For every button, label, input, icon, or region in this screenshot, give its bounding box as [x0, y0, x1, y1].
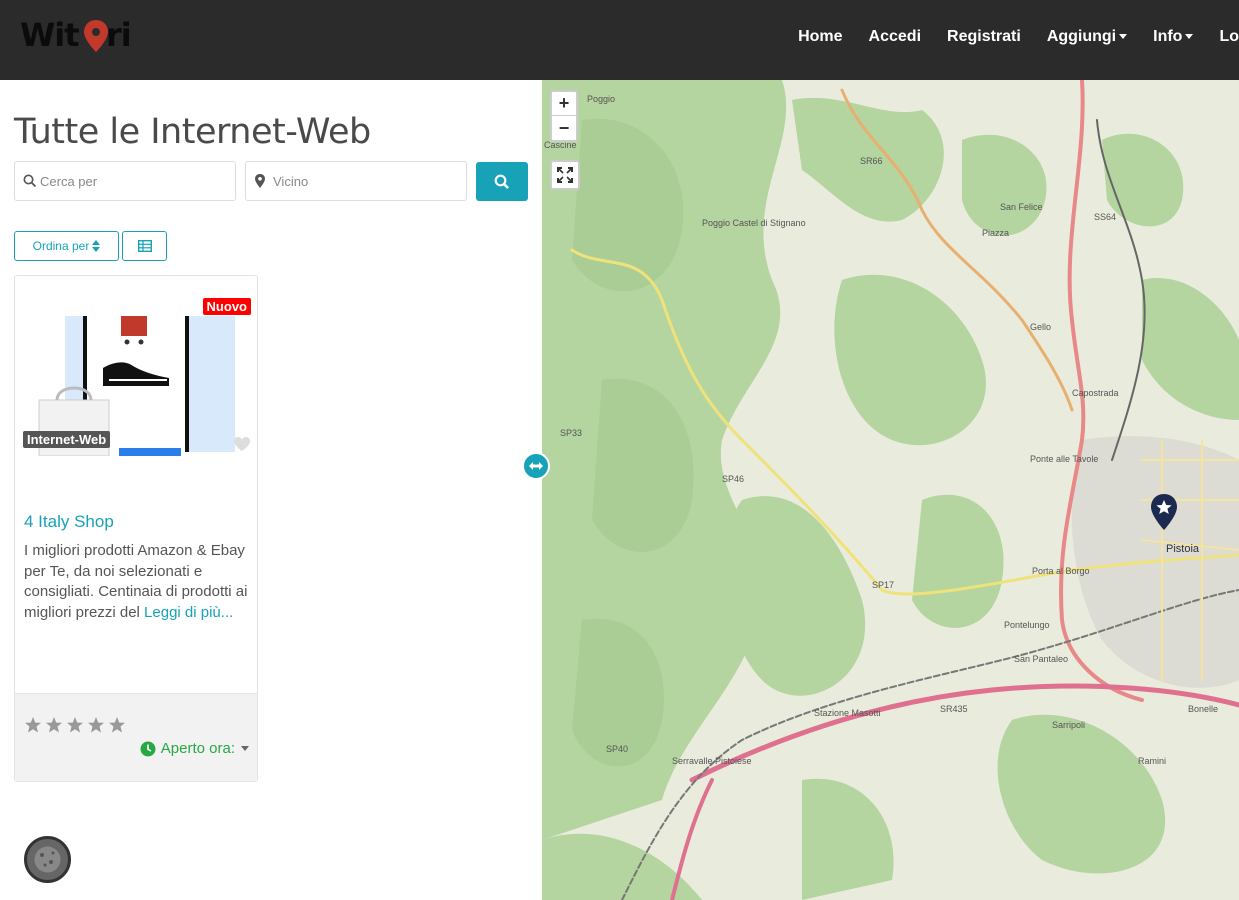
nav-add-dropdown[interactable]: Aggiungi [1046, 28, 1128, 46]
nav-info-label: Info [1153, 28, 1183, 45]
arrows-horizontal-icon [529, 462, 543, 470]
sort-button[interactable]: Ordina per [14, 231, 119, 261]
sort-icon [92, 240, 101, 252]
map-panel[interactable]: Poggio Cascine Poggio Castel di Stignano… [542, 80, 1239, 900]
expand-icon [557, 167, 573, 183]
svg-text:Sarripoli: Sarripoli [1052, 720, 1085, 730]
top-navbar: Wit ri Home Accedi Registrati Aggiungi I… [0, 0, 1239, 80]
search-what-field[interactable]: Cerca per [14, 161, 236, 201]
zoom-in-button[interactable]: + [552, 92, 576, 116]
svg-text:SS64: SS64 [1094, 212, 1116, 222]
svg-text:San Pantaleo: San Pantaleo [1014, 654, 1068, 664]
svg-text:Serravalle Pistoiese: Serravalle Pistoiese [672, 756, 752, 766]
nav-language[interactable]: Lo [1219, 28, 1239, 46]
witori-logo-graphic: Wit ri [20, 16, 132, 54]
listing-footer: Aperto ora: [15, 693, 257, 781]
svg-text:SR66: SR66 [860, 156, 883, 166]
zoom-out-button[interactable]: − [552, 116, 576, 140]
svg-text:Porta al Borgo: Porta al Borgo [1032, 566, 1090, 576]
listing-description: I migliori prodotti Amazon & Ebay per Te… [24, 541, 249, 623]
caret-down-icon [1185, 34, 1194, 40]
svg-text:Wit: Wit [20, 16, 79, 54]
category-badge[interactable]: Internet-Web [23, 431, 111, 448]
read-more-link[interactable]: Leggi di più... [144, 604, 233, 621]
map-view-toggle-button[interactable] [122, 231, 167, 261]
svg-text:San Felice: San Felice [1000, 202, 1043, 212]
page-title: Tutte le Internet-Web [14, 112, 371, 152]
nav-register[interactable]: Registrati [947, 28, 1021, 46]
heart-icon[interactable] [233, 436, 251, 452]
svg-text:Ramini: Ramini [1138, 756, 1166, 766]
svg-text:SP17: SP17 [872, 580, 894, 590]
site-logo[interactable]: Wit ri [20, 14, 140, 64]
svg-text:SP46: SP46 [722, 474, 744, 484]
svg-text:Gello: Gello [1030, 322, 1051, 332]
table-view-icon [137, 240, 152, 252]
search-what-placeholder: Cerca per [40, 173, 98, 189]
star-icons [25, 717, 125, 733]
caret-down-icon [1119, 34, 1128, 40]
search-where-placeholder: Vicino [273, 173, 309, 189]
svg-text:SP33: SP33 [560, 428, 582, 438]
svg-text:Pontelungo: Pontelungo [1004, 620, 1050, 630]
nav-login[interactable]: Accedi [869, 28, 921, 46]
svg-text:Bonelle: Bonelle [1188, 704, 1218, 714]
nav-home[interactable]: Home [798, 28, 842, 46]
listing-card[interactable]: Nuovo Internet-Web 4 Italy Shop I miglio… [14, 275, 258, 782]
map-tiles[interactable]: Poggio Cascine Poggio Castel di Stignano… [542, 80, 1239, 900]
sort-label: Ordina per [32, 239, 90, 253]
map-fullscreen-button[interactable] [550, 160, 580, 190]
svg-text:SR435: SR435 [940, 704, 968, 714]
nav-info-dropdown[interactable]: Info [1153, 28, 1194, 46]
opening-hours-toggle[interactable]: Aperto ora: [140, 740, 249, 757]
search-button[interactable] [476, 162, 528, 201]
nav-add-label: Aggiungi [1046, 28, 1117, 45]
svg-text:Poggio Castel di Stignano: Poggio Castel di Stignano [702, 218, 806, 228]
svg-text:Pistoia: Pistoia [1166, 543, 1200, 555]
listing-title[interactable]: 4 Italy Shop [24, 512, 114, 532]
svg-text:Stazione Masotti: Stazione Masotti [814, 708, 881, 718]
main-nav: Home Accedi Registrati Aggiungi Info Lo [772, 28, 1239, 46]
cookie-settings-button[interactable] [24, 836, 71, 883]
map-zoom-control: + − [550, 90, 578, 142]
search-where-field[interactable]: Vicino [245, 161, 467, 201]
clock-icon [140, 741, 156, 756]
map-marker-icon [255, 174, 265, 188]
cookie-icon [34, 846, 61, 873]
caret-down-icon [241, 746, 249, 751]
search-icon [494, 174, 509, 189]
new-badge: Nuovo [202, 298, 251, 315]
open-status-label: Aperto ora: [160, 740, 235, 757]
svg-text:Piazza: Piazza [982, 228, 1009, 238]
svg-text:ri: ri [106, 16, 131, 54]
svg-text:Capostrada: Capostrada [1072, 388, 1119, 398]
svg-text:Ponte alle Tavole: Ponte alle Tavole [1030, 454, 1098, 464]
split-resize-handle[interactable] [522, 452, 550, 480]
svg-text:SP40: SP40 [606, 744, 628, 754]
svg-text:Poggio: Poggio [587, 94, 615, 104]
search-icon [23, 174, 37, 188]
rating-stars [24, 716, 128, 734]
